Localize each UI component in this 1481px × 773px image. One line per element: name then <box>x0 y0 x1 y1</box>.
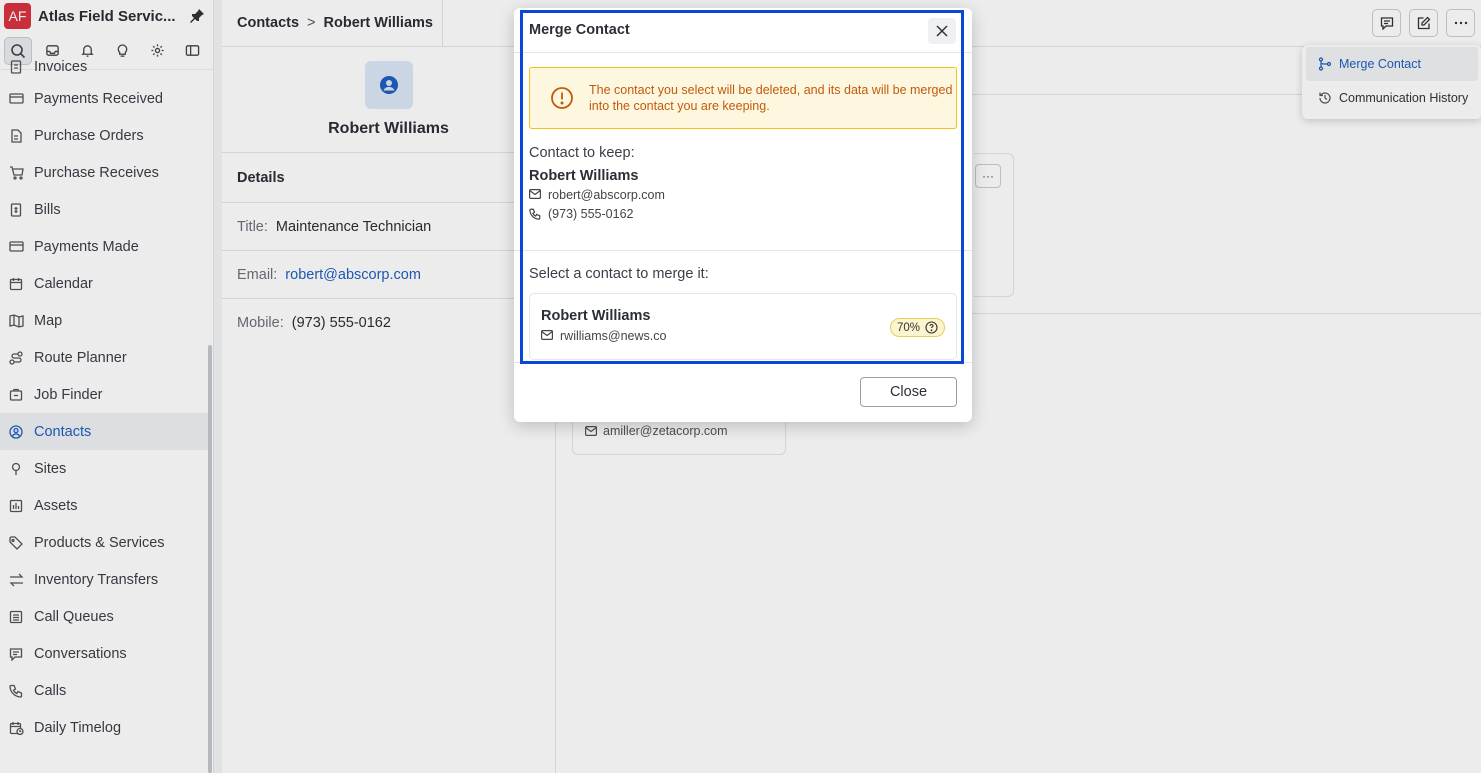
match-score: 70% <box>896 321 920 334</box>
phone-icon <box>529 208 542 221</box>
warning-text: The contact you select will be deleted, … <box>589 83 953 113</box>
candidate-email: rwilliams@news.co <box>560 329 667 343</box>
keep-email: robert@abscorp.com <box>548 188 665 202</box>
warning-banner: The contact you select will be deleted, … <box>529 67 957 129</box>
match-score-badge: 70% <box>889 318 945 337</box>
keep-phone-line: (973) 555-0162 <box>529 207 957 221</box>
merge-contact-dialog: Merge Contact The contact you select wil… <box>514 8 972 422</box>
keep-contact-name: Robert Williams <box>529 168 639 184</box>
warning-icon <box>550 86 574 110</box>
help-icon[interactable] <box>925 321 938 334</box>
close-button[interactable]: Close <box>860 377 957 407</box>
merge-label: Select a contact to merge it: <box>529 266 709 282</box>
merge-candidate-card[interactable]: Robert Williams rwilliams@news.co 70% <box>529 293 957 360</box>
keep-email-line: robert@abscorp.com <box>529 188 957 202</box>
dialog-footer: Close <box>514 362 972 422</box>
keep-phone: (973) 555-0162 <box>548 207 634 221</box>
dialog-title: Merge Contact <box>514 8 972 53</box>
contact-to-keep-section: Contact to keep: Robert Williams robert@… <box>514 129 972 251</box>
keep-label: Contact to keep: <box>529 145 635 161</box>
mail-icon <box>541 329 554 343</box>
close-icon <box>936 25 948 37</box>
dialog-close-button[interactable] <box>928 18 956 44</box>
mail-icon <box>529 188 542 202</box>
merge-select-section: Select a contact to merge it: Robert Wil… <box>514 251 972 360</box>
